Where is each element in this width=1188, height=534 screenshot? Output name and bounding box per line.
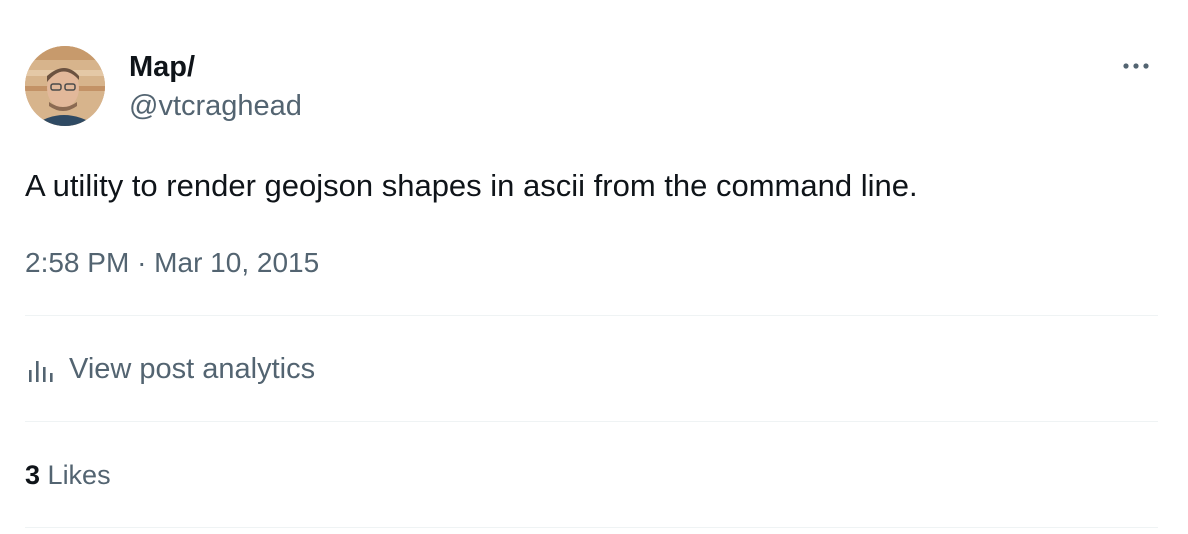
analytics-label: View post analytics <box>69 352 316 385</box>
tweet-date-link[interactable]: Mar 10, 2015 <box>154 247 319 278</box>
tweet-card: Map/ @vtcraghead A utility to render geo… <box>0 0 1188 534</box>
author-handle[interactable]: @vtcraghead <box>129 89 302 123</box>
more-horizontal-icon <box>1123 63 1149 69</box>
meta-separator: · <box>137 247 147 278</box>
more-options-button[interactable] <box>1116 52 1156 80</box>
divider <box>25 527 1158 528</box>
tweet-text: A utility to render geojson shapes in as… <box>25 168 918 203</box>
view-analytics-button[interactable]: View post analytics <box>25 351 315 387</box>
avatar[interactable] <box>25 46 105 126</box>
likes-count: 3 <box>25 460 41 490</box>
likes-link[interactable]: 3 Likes <box>25 458 111 492</box>
tweet-timestamp: 2:58 PM · Mar 10, 2015 <box>25 246 319 280</box>
author-display-name[interactable]: Map/ <box>129 50 195 84</box>
tweet-time-link[interactable]: 2:58 PM <box>25 247 129 278</box>
divider <box>25 315 1158 316</box>
divider <box>25 421 1158 422</box>
bar-chart-icon <box>29 361 53 382</box>
likes-label: Likes <box>47 460 111 490</box>
